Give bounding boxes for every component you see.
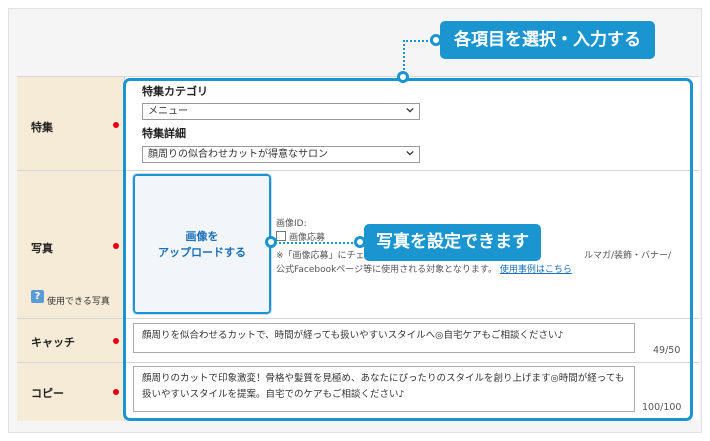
upload-label-line2: アップロードする	[158, 246, 246, 259]
row-feature: 特集 特集カテゴリ メニュー 特集詳細 顔周りの似合わせカットが得意なサロン	[17, 77, 699, 171]
connector-line	[272, 242, 360, 244]
photo-note-line2: 公式Facebookページ等に使用される対象となります。 使用事例はこちら	[276, 262, 572, 275]
help-icon[interactable]: ?	[31, 290, 44, 303]
upload-image-button[interactable]: 画像を アップロードする	[132, 173, 272, 315]
category-heading: 特集カテゴリ	[142, 85, 208, 98]
image-entry-checkbox[interactable]	[276, 231, 286, 241]
category-value: メニュー	[148, 106, 188, 117]
detail-heading: 特集詳細	[142, 127, 186, 140]
required-dot-icon	[113, 122, 119, 128]
copy-value: 顔周りのカットで印象激変！骨格や髪質を見極め、あなたにぴったりのスタイルを創り上…	[142, 373, 625, 400]
catch-input[interactable]: 顔周りを似合わせるカットで、時間が経っても扱いやすいスタイルへ◎自宅ケアもご相談…	[133, 323, 635, 353]
connector-dot-icon	[397, 71, 409, 83]
photo-note-start: ※「画像応募」にチェ	[276, 251, 365, 261]
image-id-label: 画像ID:	[276, 219, 307, 229]
copy-textarea[interactable]: 顔周りのカットで印象激変！骨格や髪質を見極め、あなたにぴったりのスタイルを創り上…	[133, 366, 635, 412]
detail-value: 顔周りの似合わせカットが得意なサロン	[148, 149, 328, 160]
catch-value: 顔周りを似合わせるカットで、時間が経っても扱いやすいスタイルへ◎自宅ケアもご相談…	[142, 330, 564, 341]
callout-photo: 写真を設定できます	[364, 224, 541, 261]
catch-counter: 49/50	[653, 345, 681, 356]
copy-label: コピー	[31, 387, 64, 400]
chevron-down-icon	[406, 150, 414, 156]
chevron-down-icon	[406, 107, 414, 113]
photo-note-text: 公式Facebookページ等に使用される対象となります。	[276, 265, 497, 275]
required-dot-icon	[113, 338, 119, 344]
usage-examples-link[interactable]: 使用事例はこちら	[500, 265, 572, 275]
row-label: コピー	[17, 363, 125, 421]
row-label: キャッチ	[17, 319, 125, 362]
upload-label-line1: 画像を	[185, 230, 219, 243]
connector-line	[403, 40, 405, 70]
photo-note-end: ルマガ/装飾・バナー/	[584, 251, 672, 261]
category-select[interactable]: メニュー	[142, 103, 420, 120]
callout-select-input: 各項目を選択・入力する	[440, 21, 655, 59]
detail-select[interactable]: 顔周りの似合わせカットが得意なサロン	[142, 146, 420, 163]
photo-label: 写真	[31, 242, 53, 255]
copy-counter: 100/100	[642, 402, 682, 413]
connector-dot-icon	[265, 236, 277, 248]
feature-label: 特集	[31, 121, 53, 134]
required-dot-icon	[113, 389, 119, 395]
help-text[interactable]: 使用できる写真	[47, 294, 110, 307]
row-label: 特集	[17, 77, 125, 170]
catch-label: キャッチ	[31, 336, 75, 349]
feature-content: 特集カテゴリ メニュー 特集詳細 顔周りの似合わせカットが得意なサロン	[126, 77, 699, 170]
required-dot-icon	[113, 243, 119, 249]
